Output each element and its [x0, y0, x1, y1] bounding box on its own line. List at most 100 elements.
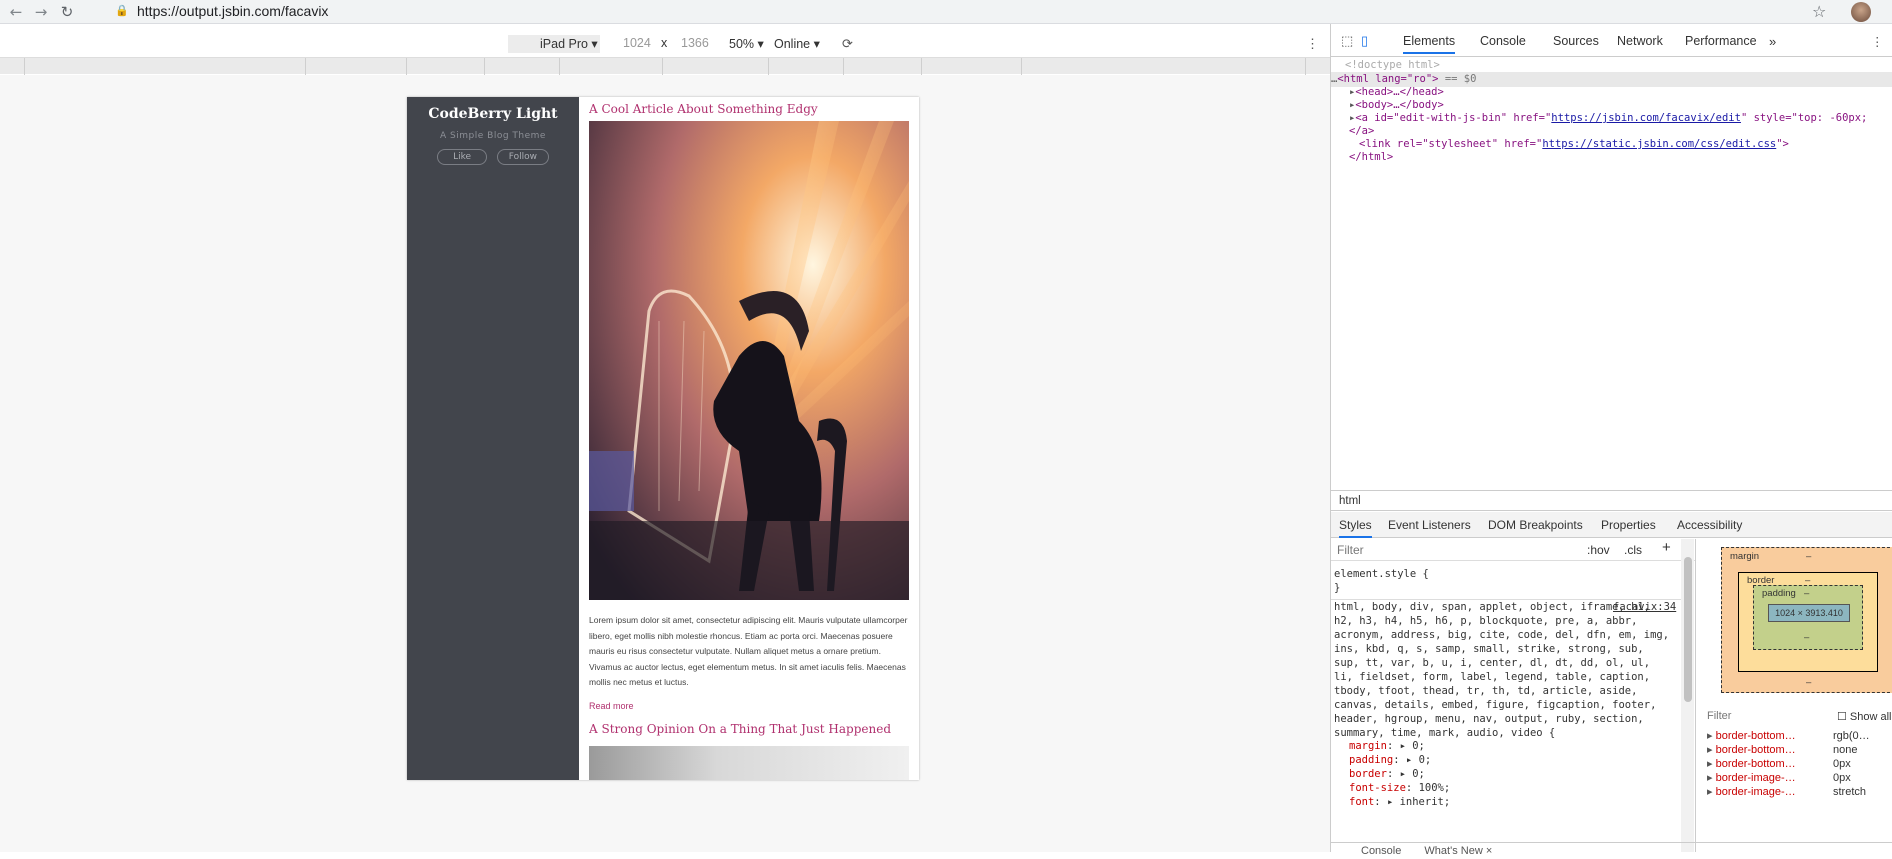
address-bar[interactable]: https://output.jsbin.com/facavix: [137, 3, 328, 19]
rule-declaration[interactable]: font-size: 100%;: [1349, 781, 1450, 795]
rule-declaration[interactable]: padding: ▸ 0;: [1349, 753, 1431, 767]
tab-properties[interactable]: Properties: [1601, 518, 1656, 532]
profile-avatar[interactable]: [1851, 2, 1871, 22]
padding-bottom-value: –: [1804, 632, 1810, 643]
media-query-ruler[interactable]: [0, 57, 1330, 75]
prop-value: ▸ 0;: [1399, 740, 1425, 752]
tab-dom-breakpoints[interactable]: DOM Breakpoints: [1488, 518, 1583, 532]
height-input[interactable]: 1366: [681, 36, 709, 50]
drawer-tab-console[interactable]: Console: [1361, 845, 1401, 857]
box-margin[interactable]: margin – – border – padding – 1024 × 391…: [1721, 547, 1892, 693]
scrollbar-thumb[interactable]: [1684, 557, 1692, 702]
prop-value: ▸ inherit;: [1386, 796, 1451, 808]
dom-a-node[interactable]: ▸<a id="edit-with-js-bin" href="https://…: [1349, 111, 1867, 126]
styles-pane: Filter :hov .cls + element.style { } fac…: [1331, 539, 1696, 852]
element-style-open[interactable]: element.style {: [1334, 567, 1429, 581]
hov-button[interactable]: :hov: [1587, 543, 1610, 557]
crumb-html[interactable]: html: [1339, 495, 1361, 507]
inspect-element-icon[interactable]: ⬚: [1341, 33, 1353, 49]
rule-declaration[interactable]: border: ▸ 0;: [1349, 767, 1425, 781]
computed-row[interactable]: ▸ border-bottom… none: [1707, 744, 1857, 757]
box-padding[interactable]: padding – 1024 × 3913.410 –: [1753, 585, 1863, 650]
harp-concert-photo[interactable]: [589, 121, 909, 600]
tab-styles[interactable]: Styles: [1339, 518, 1372, 538]
article-photo[interactable]: [589, 745, 909, 780]
drawer-tab-whats-new[interactable]: What's New ×: [1424, 845, 1492, 857]
article-excerpt: Lorem ipsum dolor sit amet, consectetur …: [589, 615, 908, 688]
box-border[interactable]: border – padding – 1024 × 3913.410 –: [1738, 572, 1878, 672]
box-model: margin – – border – padding – 1024 × 391…: [1707, 547, 1892, 699]
rule-declaration[interactable]: font: ▸ inherit;: [1349, 795, 1450, 809]
rotate-icon[interactable]: ⟳: [842, 36, 853, 52]
computed-value: stretch: [1833, 786, 1867, 798]
tab-sources[interactable]: Sources: [1553, 34, 1599, 48]
device-toggle-icon[interactable]: ▯: [1361, 33, 1368, 49]
a-tag-rest: " style="top: -60px;: [1740, 112, 1868, 124]
tab-accessibility[interactable]: Accessibility: [1677, 518, 1742, 532]
tab-network[interactable]: Network: [1617, 34, 1663, 48]
lock-icon[interactable]: 🔒: [115, 4, 129, 18]
html-open-tag: <html lang="ro">: [1337, 73, 1439, 85]
computed-value: none: [1833, 744, 1858, 756]
forward-icon[interactable]: →: [31, 0, 51, 24]
zoom-label: 50%: [729, 37, 755, 51]
a-tag: <a id="edit-with-js-bin" href=": [1355, 112, 1552, 124]
width-input[interactable]: 1024: [623, 36, 651, 50]
dom-doctype[interactable]: <!doctype html>: [1345, 58, 1440, 73]
back-icon[interactable]: ←: [6, 0, 26, 24]
computed-filter-input[interactable]: Filter: [1707, 710, 1731, 722]
dom-tree: <!doctype html> …<html lang="ro"> == $0 …: [1331, 58, 1892, 498]
html-close-tag[interactable]: </html>: [1349, 150, 1393, 165]
rule-declaration[interactable]: margin: ▸ 0;: [1349, 739, 1425, 753]
rule-selector[interactable]: html, body, div, span, applet, object, i…: [1334, 600, 1674, 740]
article-title[interactable]: A Cool Article About Something Edgy: [589, 100, 909, 118]
prop-name: margin: [1349, 740, 1387, 752]
blog-title[interactable]: CodeBerry Light: [407, 106, 579, 122]
star-icon[interactable]: ☆: [1812, 0, 1826, 24]
blog-page: CodeBerry Light A Simple Blog Theme Like…: [407, 97, 919, 780]
ruler-tick: [921, 58, 922, 75]
computed-row[interactable]: ▸ border-bottom… 0px: [1707, 758, 1851, 771]
like-button[interactable]: Like: [437, 149, 488, 165]
show-all-label: Show all: [1849, 711, 1892, 723]
body-tag: <body>…</body>: [1355, 99, 1444, 111]
styles-filter-input[interactable]: Filter: [1337, 543, 1364, 557]
devtools-menu-icon[interactable]: ⋮: [1871, 34, 1884, 49]
tab-event-listeners[interactable]: Event Listeners: [1388, 518, 1471, 532]
browser-toolbar: ← → ↻ 🔒 https://output.jsbin.com/facavix…: [0, 0, 1892, 24]
add-rule-icon[interactable]: +: [1662, 539, 1671, 556]
blog-subtitle: A Simple Blog Theme: [440, 131, 546, 141]
computed-prop: border-image-…: [1715, 772, 1796, 784]
article-title[interactable]: A Strong Opinion On a Thing That Just Ha…: [589, 720, 909, 738]
prop-name: padding: [1349, 754, 1394, 766]
computed-row[interactable]: ▸ border-image-… 0px: [1707, 772, 1851, 785]
box-content[interactable]: 1024 × 3913.410: [1768, 604, 1850, 622]
computed-row[interactable]: ▸ border-bottom… rgb(0…: [1707, 730, 1870, 743]
devtools-tabs: ⬚ ▯ Elements Console Sources Network Per…: [1331, 30, 1892, 57]
tab-performance[interactable]: Performance: [1685, 34, 1757, 48]
more-tabs-icon[interactable]: »: [1769, 34, 1776, 49]
throttle-select[interactable]: Online ▾: [774, 36, 820, 51]
styles-scrollbar[interactable]: [1681, 539, 1694, 852]
cls-button[interactable]: .cls: [1624, 543, 1642, 557]
ruler-tick: [406, 58, 407, 75]
read-more-link[interactable]: Read more: [589, 701, 909, 711]
computed-row[interactable]: ▸ border-image-… stretch: [1707, 786, 1866, 799]
show-all-checkbox[interactable]: ☐ Show all: [1837, 710, 1892, 723]
device-label: iPad Pro: [540, 37, 588, 51]
link-href-link[interactable]: https://static.jsbin.com/css/edit.css: [1542, 138, 1776, 150]
dom-link-node[interactable]: <link rel="stylesheet" href="https://sta…: [1359, 137, 1789, 152]
a-href-link[interactable]: https://jsbin.com/facavix/edit: [1551, 112, 1741, 124]
tab-console[interactable]: Console: [1480, 34, 1526, 48]
device-select[interactable]: iPad Pro ▾: [508, 35, 600, 53]
prop-name: font: [1349, 796, 1375, 808]
more-options-icon[interactable]: ⋮: [1306, 36, 1319, 52]
reload-icon[interactable]: ↻: [57, 0, 77, 24]
ruler-tick: [484, 58, 485, 75]
styles-filter-row: Filter :hov .cls +: [1331, 539, 1695, 561]
margin-bottom-value: –: [1806, 677, 1812, 688]
tab-elements[interactable]: Elements: [1403, 34, 1456, 54]
follow-button[interactable]: Follow: [496, 149, 549, 165]
zoom-select[interactable]: 50% ▾: [729, 36, 764, 51]
devtools-panel: ⬚ ▯ Elements Console Sources Network Per…: [1330, 24, 1892, 857]
